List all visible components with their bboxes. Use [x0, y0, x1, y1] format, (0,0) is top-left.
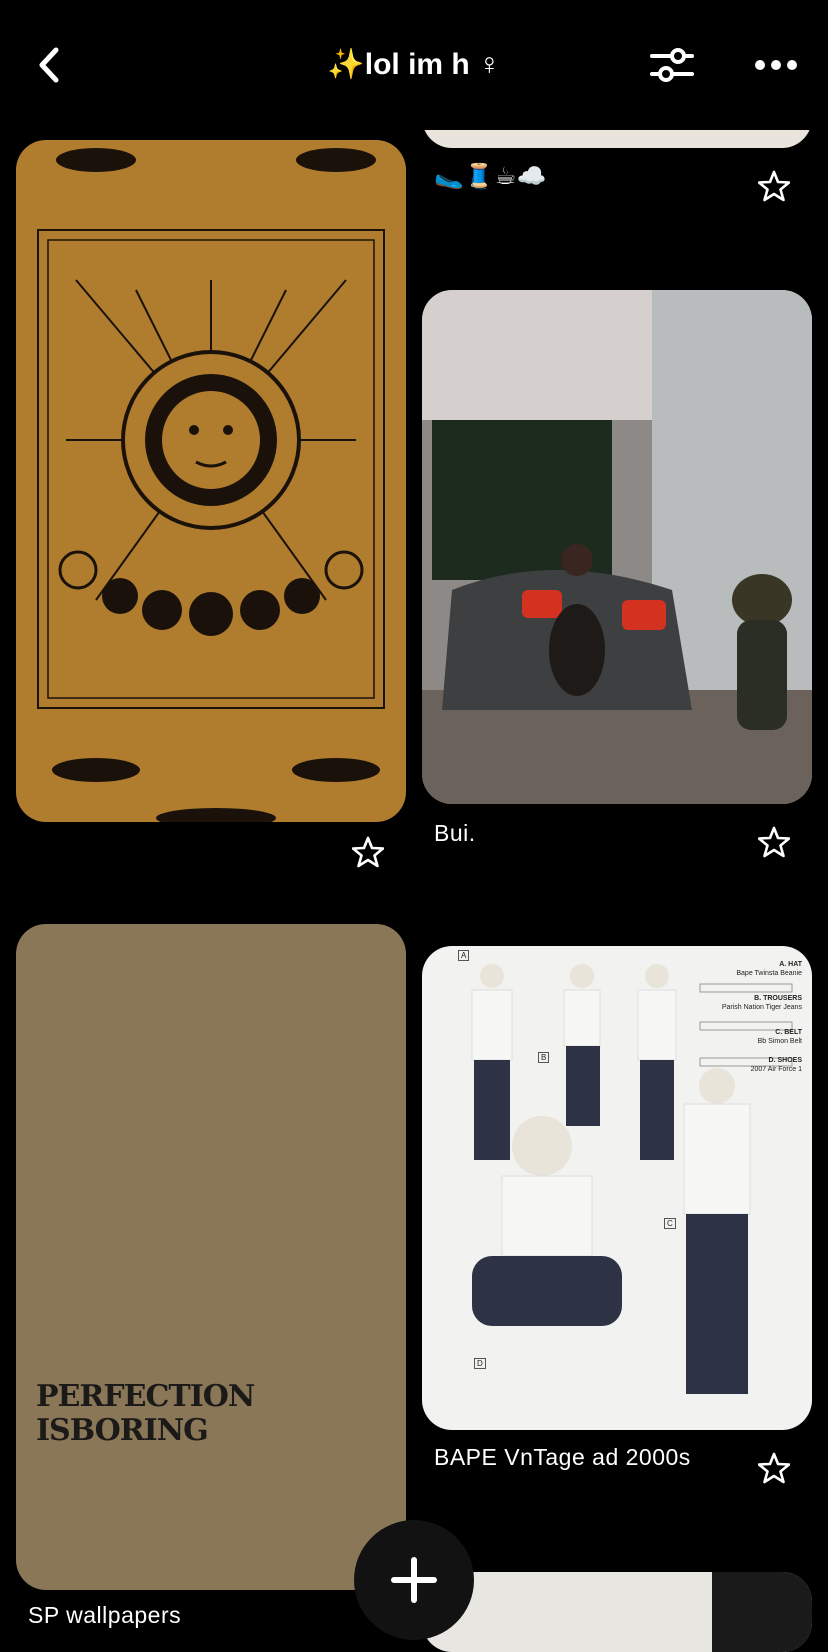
chevron-left-icon [39, 47, 59, 83]
marker-b: B [538, 1052, 550, 1063]
pin-caption: BAPE VnTage ad 2000s [434, 1444, 691, 1470]
pin-image[interactable] [16, 140, 406, 822]
star-icon [757, 1452, 791, 1484]
marker-c: C [664, 1218, 676, 1229]
pin-image[interactable] [422, 290, 812, 804]
pin-image[interactable] [422, 1572, 812, 1652]
marker-d: D [474, 1358, 486, 1369]
sliders-icon [650, 48, 694, 82]
pin-caption: 🥿🧵☕☁️ [434, 163, 548, 190]
star-icon [757, 826, 791, 858]
save-pin-button[interactable] [757, 170, 791, 202]
top-bar: ✨lol im h ♀ [0, 0, 828, 130]
more-options-button[interactable] [752, 42, 800, 88]
pin-image[interactable]: PERFECTION ISBORING [16, 924, 406, 1590]
art-text: PERFECTION ISBORING [36, 1379, 255, 1448]
save-pin-button[interactable] [351, 836, 385, 868]
lookbook-labels: A. HAT Bape Twinsta Beanie B. TROUSERS P… [721, 961, 802, 1073]
more-horizontal-icon [755, 60, 797, 70]
save-pin-button[interactable] [757, 1452, 791, 1484]
back-button[interactable] [30, 42, 70, 88]
plus-icon [391, 1557, 437, 1603]
star-icon [351, 836, 385, 868]
marker-a: A [458, 950, 470, 961]
filter-button[interactable] [648, 42, 696, 88]
add-button[interactable] [354, 1520, 474, 1640]
sun-tarot-art [37, 148, 385, 822]
save-pin-button[interactable] [757, 826, 791, 858]
pin-image[interactable]: A. HAT Bape Twinsta Beanie B. TROUSERS P… [422, 946, 812, 1430]
board-title[interactable]: ✨lol im h ♀ [260, 42, 568, 88]
pin-caption: Bui. [434, 820, 476, 846]
star-icon [757, 170, 791, 202]
pin-caption: SP wallpapers [28, 1602, 182, 1628]
pin-image-detail [712, 1572, 812, 1652]
room-photo [422, 290, 812, 804]
